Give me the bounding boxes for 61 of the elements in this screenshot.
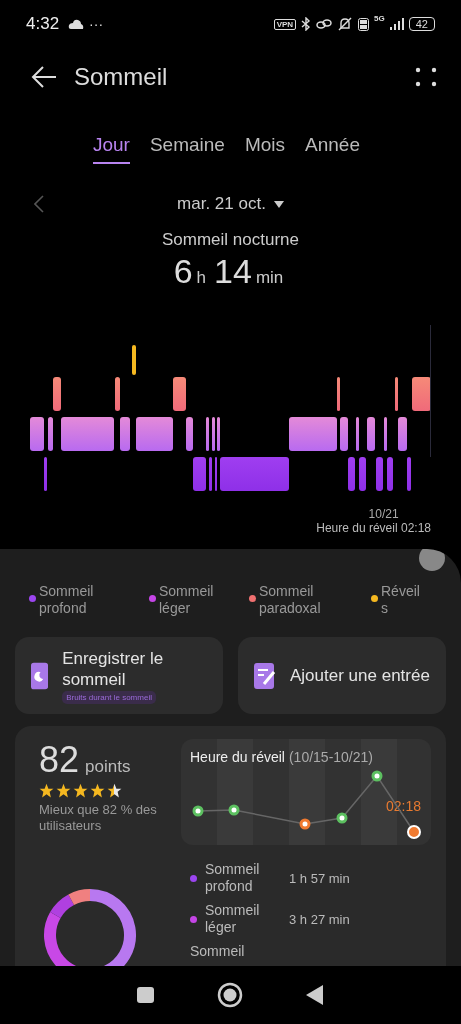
data-point [371, 770, 383, 782]
data-point [228, 804, 240, 816]
star-icon [39, 783, 54, 798]
period-tab[interactable]: Semaine [149, 134, 225, 164]
star-icon [56, 783, 71, 798]
legend-label: Sommeil léger [159, 583, 215, 617]
minutes-unit: min [255, 268, 284, 288]
page-title: Sommeil [74, 63, 168, 91]
data-point [192, 805, 204, 817]
signal-icon [389, 18, 404, 30]
stage-label: Sommeil [190, 943, 246, 960]
wake-card-title: Heure du réveil [190, 749, 285, 765]
vpn-badge: VPN [273, 18, 297, 30]
star-icon [107, 783, 122, 798]
period-tab[interactable]: Jour [92, 134, 130, 164]
back-arrow-icon[interactable] [31, 66, 57, 88]
hours-unit: h [196, 268, 207, 288]
link-icon [316, 18, 333, 30]
stage-label: Sommeil léger [205, 902, 261, 936]
stage-label: Sommeil profond [205, 861, 261, 895]
action-card[interactable]: Enregistrer le sommeil Bruits durant le sommeil [15, 637, 223, 714]
period-tab[interactable]: Année [305, 134, 360, 164]
summary-title: Sommeil nocturne [161, 230, 300, 250]
score-value: 82 [39, 739, 80, 781]
period-tab[interactable]: Mois [244, 134, 286, 164]
dropdown-caret-icon[interactable] [273, 200, 284, 208]
legend-label: Réveils [381, 583, 421, 617]
stage-duration: 1 h 57 min [289, 870, 350, 886]
comparison-text: Mieux que 82 % des utilisateurs [39, 802, 158, 834]
cloud-icon [68, 19, 85, 29]
wake-time-label: Heure du réveil 02:18 [316, 521, 431, 535]
star-icon [73, 783, 88, 798]
scroll-handle[interactable] [419, 549, 445, 571]
note-edit-icon [254, 662, 276, 689]
recents-button[interactable] [136, 987, 154, 1003]
battery-level: 42 [408, 17, 435, 31]
data-point [299, 818, 311, 830]
chart-date: 10/21 [368, 507, 399, 521]
legend-label: Sommeil profond [39, 583, 95, 617]
wake-card-range: (10/15-10/21) [288, 749, 373, 765]
date-selector[interactable]: mar. 21 oct. [177, 194, 266, 214]
home-button[interactable] [217, 982, 243, 1008]
moon-phone-icon [31, 661, 49, 690]
bluetooth-icon [301, 17, 312, 31]
status-time: 4:32 [26, 14, 60, 34]
back-button[interactable] [306, 985, 325, 1005]
stage-duration: 3 h 27 min [289, 911, 350, 927]
more-notifications: ··· [89, 16, 104, 32]
hours-value: 6 [173, 252, 193, 291]
minutes-value: 14 [214, 252, 252, 291]
data-point [407, 825, 421, 839]
previous-day-icon[interactable] [34, 195, 44, 213]
score-unit: points [85, 757, 131, 777]
network-type: 5G [374, 14, 385, 23]
action-card[interactable]: Ajouter une entrée [238, 637, 446, 714]
legend-label: Sommeil paradoxal [259, 583, 322, 617]
star-icon [90, 783, 105, 798]
muted-bell-icon [337, 17, 354, 31]
data-point [336, 812, 348, 824]
more-options-icon[interactable] [415, 67, 437, 87]
latest-wake-time: 02:18 [385, 798, 421, 814]
